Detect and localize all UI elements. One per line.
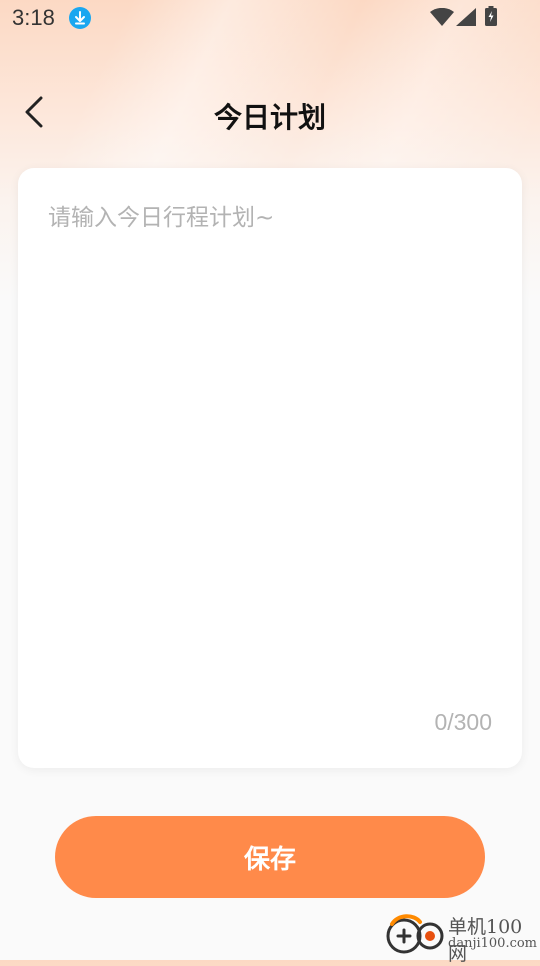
page-title: 今日计划 [213,101,326,134]
watermark-url: danji100.com [448,936,538,951]
status-time: 3:18 [12,5,55,30]
nav-bar: 今日计划 [0,84,540,144]
battery-icon [485,6,500,30]
plan-editor-card: 0/300 [18,168,522,768]
save-button[interactable]: 保存 [55,816,485,898]
status-bar: 3:18 [0,0,540,38]
download-icon [69,7,91,29]
watermark: 单机100网 danji100.com [384,910,538,965]
plan-input[interactable] [48,198,492,678]
watermark-logo-icon [384,912,446,960]
character-counter: 0/300 [434,709,492,735]
